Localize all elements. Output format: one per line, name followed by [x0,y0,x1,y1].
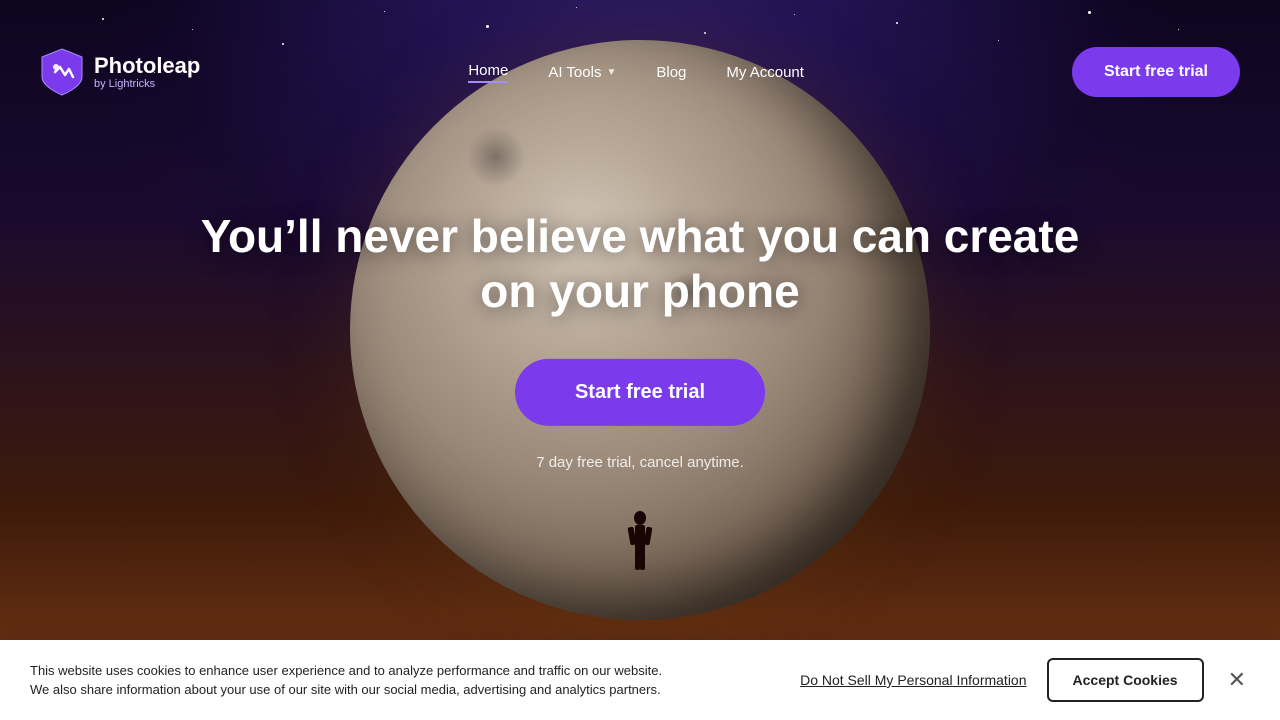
close-cookie-button[interactable]: ✕ [1224,669,1250,691]
close-icon: ✕ [1228,667,1246,692]
hero-title: You’ll never believe what you can create… [190,209,1090,319]
hero-start-trial-button[interactable]: Start free trial [515,359,765,426]
nav-ai-tools[interactable]: AI Tools ▼ [548,64,616,81]
nav-ai-tools-label: AI Tools [548,64,601,81]
nav-home[interactable]: Home [468,62,508,83]
logo-name: Photoleap [94,54,200,78]
logo-text: Photoleap by Lightricks [94,54,200,90]
nav-blog[interactable]: Blog [656,64,686,81]
nav-my-account[interactable]: My Account [726,64,804,81]
logo[interactable]: Photoleap by Lightricks [40,47,200,97]
cookie-banner: This website uses cookies to enhance use… [0,640,1280,720]
photoleap-logo-icon [40,47,84,97]
logo-sub: by Lightricks [94,78,200,90]
chevron-down-icon: ▼ [606,67,616,78]
hero-subtext: 7 day free trial, cancel anytime. [190,454,1090,471]
cookie-text: This website uses cookies to enhance use… [30,661,680,700]
do-not-sell-button[interactable]: Do Not Sell My Personal Information [800,672,1026,688]
accept-cookies-button[interactable]: Accept Cookies [1047,658,1204,702]
hero-content: You’ll never believe what you can create… [190,209,1090,471]
navbar: Photoleap by Lightricks Home AI Tools ▼ … [0,32,1280,112]
figure-silhouette [625,510,655,590]
cookie-actions: Do Not Sell My Personal Information Acce… [800,658,1250,702]
nav-links: Home AI Tools ▼ Blog My Account [468,62,804,83]
nav-start-trial-button[interactable]: Start free trial [1072,47,1240,97]
